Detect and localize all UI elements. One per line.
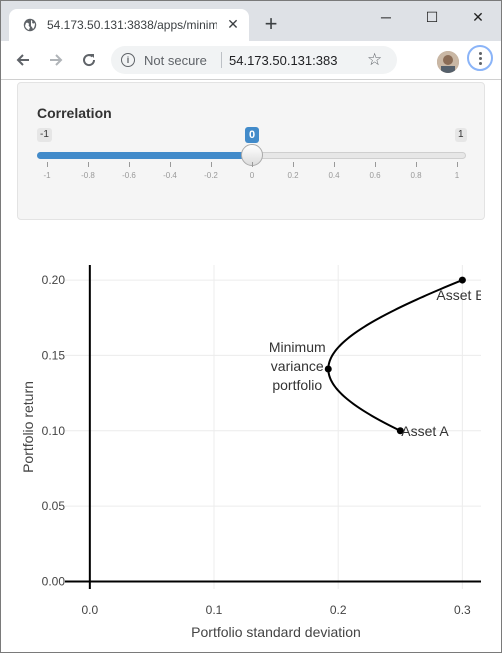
slider-grid-tick xyxy=(375,162,376,167)
url-text[interactable]: 54.173.50.131:383 xyxy=(229,53,355,68)
slider-grid-tick xyxy=(334,162,335,167)
security-label: Not secure xyxy=(144,53,207,68)
x-axis-title: Portfolio standard deviation xyxy=(191,624,361,640)
y-tick-label: 0.00 xyxy=(42,574,66,588)
slider-grid-tick xyxy=(252,162,253,167)
slider-grid-tick xyxy=(457,162,458,167)
close-window-button[interactable]: ✕ xyxy=(455,1,501,33)
slider-grid-tick xyxy=(416,162,417,167)
globe-icon xyxy=(23,18,37,32)
slider-grid-tick xyxy=(170,162,171,167)
correlation-label: Correlation xyxy=(37,105,112,121)
browser-toolbar: i Not secure 54.173.50.131:383 ☆ xyxy=(1,41,501,80)
y-tick-label: 0.05 xyxy=(42,499,66,513)
slider-value-badge: 0 xyxy=(245,127,259,143)
info-icon[interactable]: i xyxy=(121,53,135,67)
asset-a-label: Asset A xyxy=(401,423,449,439)
x-tick-label: 0.0 xyxy=(81,603,98,617)
min-variance-label: Minimum xyxy=(269,339,326,355)
slider-grid-tick xyxy=(129,162,130,167)
reload-icon[interactable] xyxy=(79,50,99,70)
slider-grid-label: 0.4 xyxy=(328,171,340,180)
sidebar-panel: Correlation -1 1 0 -1 -0.8 -0.6 -0.4 -0.2 0 0.… xyxy=(17,82,485,220)
slider-grid-label: -0.6 xyxy=(122,171,136,180)
x-tick-label: 0.3 xyxy=(454,603,471,617)
back-icon[interactable] xyxy=(13,50,33,70)
slider-grid-label: 0.2 xyxy=(287,171,299,180)
min-variance-label: portfolio xyxy=(272,377,322,393)
maximize-button[interactable]: ☐ xyxy=(409,1,455,33)
new-tab-button[interactable]: + xyxy=(261,13,281,35)
browser-window: 54.173.50.131:3838/apps/minimu ✕ + ─ ☐ ✕… xyxy=(0,0,502,653)
x-tick-label: 0.1 xyxy=(206,603,223,617)
address-bar[interactable]: i Not secure 54.173.50.131:383 ☆ xyxy=(111,46,397,74)
profile-picture-icon xyxy=(437,51,459,73)
frontier-plot: 0.0 0.1 0.2 0.3 0.00 0.05 0.10 0.15 0.20 Portfoli… xyxy=(20,265,484,640)
slider-grid-label: 0.6 xyxy=(369,171,381,180)
minimize-button[interactable]: ─ xyxy=(363,1,409,33)
slider-min-label: -1 xyxy=(37,128,52,142)
url-separator xyxy=(221,52,222,68)
slider-grid-tick xyxy=(293,162,294,167)
slider-grid-tick xyxy=(211,162,212,167)
slider-grid-label: -0.4 xyxy=(163,171,177,180)
slider-grid-tick xyxy=(47,162,48,167)
slider-grid-label: 0.8 xyxy=(410,171,422,180)
menu-icon[interactable] xyxy=(467,45,493,71)
slider-fill xyxy=(37,152,252,159)
tab-title: 54.173.50.131:3838/apps/minimu xyxy=(47,18,217,32)
slider-grid-label: -1 xyxy=(43,171,51,180)
app-page: Correlation -1 1 0 -1 -0.8 -0.6 -0.4 -0.2 0 0.… xyxy=(1,80,501,652)
y-tick-label: 0.20 xyxy=(42,273,66,287)
asset-b-point xyxy=(458,276,466,284)
slider-grid-tick xyxy=(88,162,89,167)
slider-grid-label: -0.2 xyxy=(204,171,218,180)
min-variance-label: variance xyxy=(271,358,324,374)
asset-b-label: Asset B xyxy=(436,287,484,303)
tab-strip: 54.173.50.131:3838/apps/minimu ✕ + ─ ☐ ✕ xyxy=(1,1,501,41)
y-tick-label: 0.10 xyxy=(42,424,66,438)
forward-icon[interactable] xyxy=(46,50,66,70)
avatar[interactable] xyxy=(437,51,459,73)
y-tick-label: 0.15 xyxy=(42,348,66,362)
slider-max-label: 1 xyxy=(455,128,467,142)
browser-tab[interactable]: 54.173.50.131:3838/apps/minimu ✕ xyxy=(9,9,249,41)
x-tick-label: 0.2 xyxy=(330,603,347,617)
min-variance-point xyxy=(324,365,332,373)
slider-grid-label: -0.8 xyxy=(81,171,95,180)
slider-grid-label: 0 xyxy=(249,171,255,180)
slider-grid-label: 1 xyxy=(454,171,460,180)
y-axis-title: Portfolio return xyxy=(20,381,36,473)
star-icon[interactable]: ☆ xyxy=(367,50,382,70)
close-tab-icon[interactable]: ✕ xyxy=(225,16,241,32)
